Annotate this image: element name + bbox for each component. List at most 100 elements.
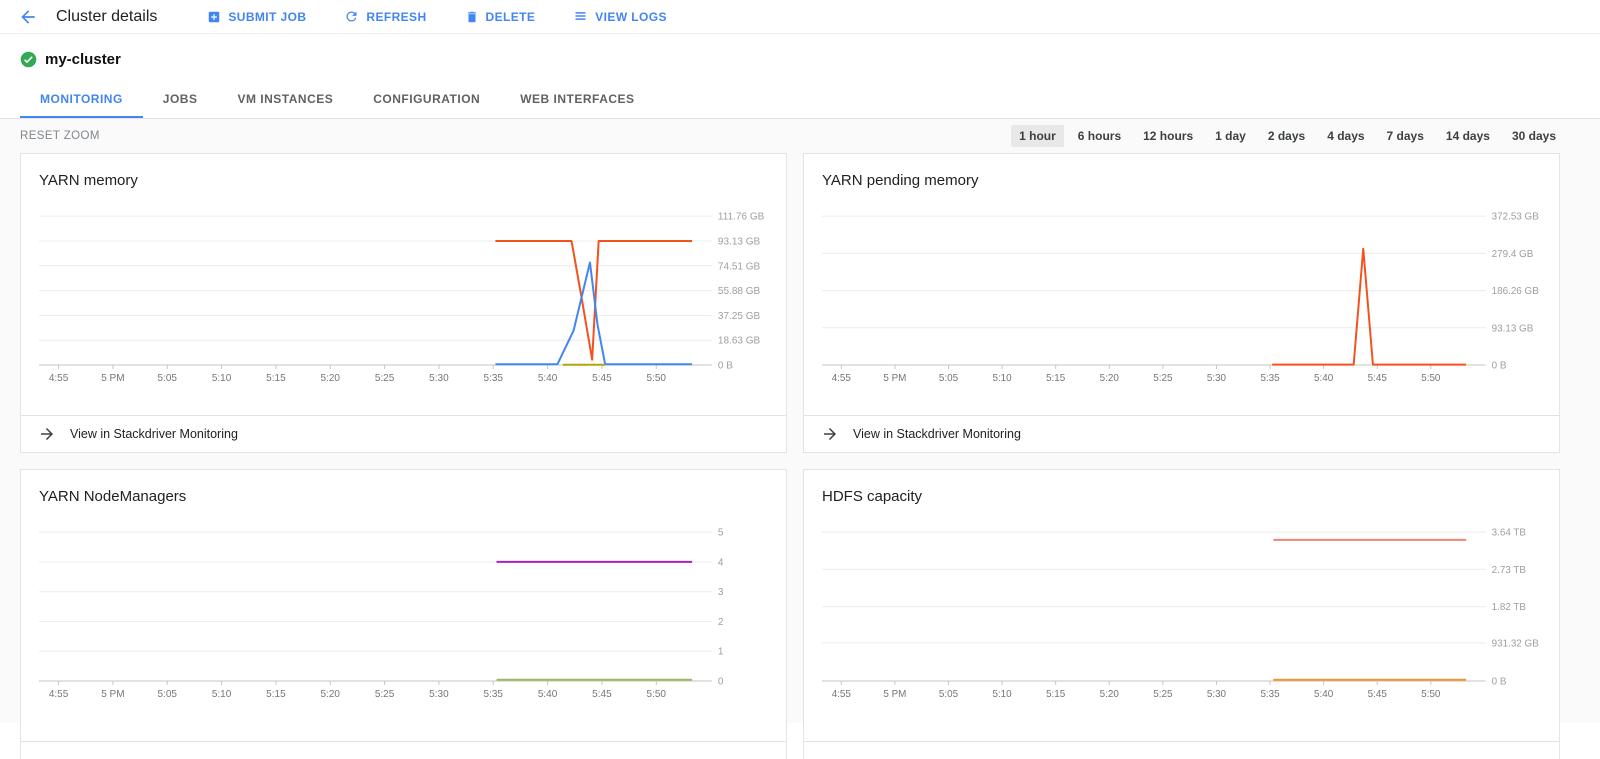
svg-text:5:45: 5:45 xyxy=(1368,373,1388,384)
yarn-pending-memory-chart[interactable]: 372.53 GB279.4 GB186.26 GB93.13 GB0 B4:5… xyxy=(822,193,1543,393)
chart-card-yarn-memory: YARN memory 111.76 GB 93.13 GB 74.51 GB 55.… xyxy=(20,153,787,453)
hdfs-capacity-chart[interactable]: 3.64 TB 2.73 TB 1.82 TB 931.32 GB 0 B 4:55 5 P… xyxy=(822,509,1543,709)
action-label: DELETE xyxy=(486,10,536,24)
svg-text:5:30: 5:30 xyxy=(429,689,449,700)
svg-text:5 PM: 5 PM xyxy=(101,373,124,384)
charts-grid: YARN memory 111.76 GB 93.13 GB 74.51 GB 55.… xyxy=(0,153,1600,759)
range-12-hours[interactable]: 12 hours xyxy=(1135,125,1201,147)
back-arrow-icon xyxy=(18,7,38,27)
svg-text:0 B: 0 B xyxy=(1492,676,1507,687)
svg-text:5:20: 5:20 xyxy=(321,373,341,384)
delete-icon xyxy=(465,10,479,24)
svg-text:93.13 GB: 93.13 GB xyxy=(1492,323,1534,334)
range-1-day[interactable]: 1 day xyxy=(1207,125,1254,147)
svg-text:5:15: 5:15 xyxy=(1046,373,1066,384)
tab-vm-instances[interactable]: VM INSTANCES xyxy=(217,80,353,118)
svg-text:1.82 TB: 1.82 TB xyxy=(1492,602,1527,613)
back-button[interactable] xyxy=(14,3,42,31)
svg-text:5:45: 5:45 xyxy=(592,373,612,384)
svg-text:111.76 GB: 111.76 GB xyxy=(718,212,765,223)
svg-text:5:25: 5:25 xyxy=(375,373,395,384)
yarn-nodemanagers-chart[interactable]: 5432104:555 PM5:055:105:155:205:255:305:… xyxy=(39,509,770,709)
svg-text:37.25 GB: 37.25 GB xyxy=(718,311,761,322)
time-range-selector: 1 hour 6 hours 12 hours 1 day 2 days 4 days 7 … xyxy=(1011,125,1564,147)
stackdriver-link-label: View in Stackdriver Monitoring xyxy=(70,427,238,441)
svg-text:5 PM: 5 PM xyxy=(883,689,906,700)
svg-text:5: 5 xyxy=(718,528,724,539)
tab-jobs[interactable]: JOBS xyxy=(143,80,218,118)
tab-monitoring[interactable]: MONITORING xyxy=(20,80,143,118)
chart-title: YARN pending memory xyxy=(804,154,1559,191)
svg-text:4:55: 4:55 xyxy=(832,373,852,384)
svg-text:5:05: 5:05 xyxy=(157,373,177,384)
view-logs-button[interactable]: VIEW LOGS xyxy=(573,9,667,24)
svg-text:5 PM: 5 PM xyxy=(101,689,124,700)
svg-text:4: 4 xyxy=(718,557,724,568)
svg-text:18.63 GB: 18.63 GB xyxy=(718,336,761,347)
svg-text:5:05: 5:05 xyxy=(939,373,959,384)
svg-text:0: 0 xyxy=(718,677,724,688)
chart-card-yarn-nodemanagers: YARN NodeManagers 5432104:555 PM5:055:10… xyxy=(20,469,787,759)
svg-text:4:55: 4:55 xyxy=(49,689,69,700)
range-7-days[interactable]: 7 days xyxy=(1379,125,1432,147)
delete-button[interactable]: DELETE xyxy=(465,10,536,24)
svg-text:5:50: 5:50 xyxy=(1421,373,1441,384)
svg-text:2.73 TB: 2.73 TB xyxy=(1492,565,1527,576)
svg-text:5:30: 5:30 xyxy=(429,373,449,384)
page-title: Cluster details xyxy=(56,8,157,26)
range-6-hours[interactable]: 6 hours xyxy=(1070,125,1129,147)
range-30-days[interactable]: 30 days xyxy=(1504,125,1564,147)
range-2-days[interactable]: 2 days xyxy=(1260,125,1313,147)
svg-text:5:10: 5:10 xyxy=(212,373,232,384)
yarn-memory-chart[interactable]: 111.76 GB 93.13 GB 74.51 GB 55.88 GB 37.25 G… xyxy=(39,193,770,393)
stackdriver-link[interactable]: View in Stackdriver Monitoring xyxy=(21,415,786,452)
svg-text:5 PM: 5 PM xyxy=(883,373,906,384)
svg-text:5:25: 5:25 xyxy=(1153,373,1173,384)
svg-text:5:35: 5:35 xyxy=(1260,373,1280,384)
stackdriver-link[interactable] xyxy=(804,741,1559,759)
tab-configuration[interactable]: CONFIGURATION xyxy=(353,80,500,118)
arrow-right-icon xyxy=(821,425,839,443)
svg-text:186.26 GB: 186.26 GB xyxy=(1492,286,1540,297)
tab-web-interfaces[interactable]: WEB INTERFACES xyxy=(500,80,654,118)
svg-text:5:20: 5:20 xyxy=(1100,689,1120,700)
cluster-details-page: Cluster details SUBMIT JOB REFRESH DELETE V… xyxy=(0,0,1600,759)
range-14-days[interactable]: 14 days xyxy=(1438,125,1498,147)
stackdriver-link[interactable] xyxy=(21,741,786,759)
svg-text:4:55: 4:55 xyxy=(832,689,852,700)
svg-text:5:40: 5:40 xyxy=(1314,373,1334,384)
refresh-icon xyxy=(344,9,359,24)
svg-text:55.88 GB: 55.88 GB xyxy=(718,286,761,297)
svg-text:5:15: 5:15 xyxy=(266,689,286,700)
arrow-right-icon xyxy=(38,425,56,443)
svg-text:5:10: 5:10 xyxy=(992,689,1012,700)
chart-title: YARN memory xyxy=(21,154,786,191)
svg-text:4:55: 4:55 xyxy=(49,373,69,384)
svg-text:279.4 GB: 279.4 GB xyxy=(1492,249,1534,260)
svg-text:74.51 GB: 74.51 GB xyxy=(718,261,761,272)
submit-job-button[interactable]: SUBMIT JOB xyxy=(207,10,306,24)
svg-text:5:45: 5:45 xyxy=(1368,689,1388,700)
svg-text:93.13 GB: 93.13 GB xyxy=(718,236,761,247)
action-label: VIEW LOGS xyxy=(595,10,667,24)
stackdriver-link[interactable]: View in Stackdriver Monitoring xyxy=(804,415,1559,452)
range-4-days[interactable]: 4 days xyxy=(1319,125,1372,147)
svg-text:5:50: 5:50 xyxy=(647,689,667,700)
svg-text:5:10: 5:10 xyxy=(992,373,1012,384)
svg-text:5:05: 5:05 xyxy=(939,689,959,700)
cluster-name: my-cluster xyxy=(45,51,121,68)
svg-text:372.53 GB: 372.53 GB xyxy=(1492,212,1540,223)
svg-text:5:30: 5:30 xyxy=(1207,373,1227,384)
range-1-hour[interactable]: 1 hour xyxy=(1011,125,1064,147)
svg-text:5:20: 5:20 xyxy=(1100,373,1120,384)
svg-text:5:40: 5:40 xyxy=(538,373,558,384)
svg-text:2: 2 xyxy=(718,617,724,628)
svg-text:3.64 TB: 3.64 TB xyxy=(1492,528,1527,539)
stackdriver-link-label: View in Stackdriver Monitoring xyxy=(853,427,1021,441)
monitoring-panel: RESET ZOOM 1 hour 6 hours 12 hours 1 day 2 d… xyxy=(0,119,1600,723)
svg-text:931.32 GB: 931.32 GB xyxy=(1492,638,1540,649)
svg-text:5:15: 5:15 xyxy=(266,373,286,384)
refresh-button[interactable]: REFRESH xyxy=(344,9,426,24)
tab-bar: MONITORINGJOBSVM INSTANCESCONFIGURATIONW… xyxy=(0,80,1600,119)
reset-zoom-button[interactable]: RESET ZOOM xyxy=(20,130,100,142)
